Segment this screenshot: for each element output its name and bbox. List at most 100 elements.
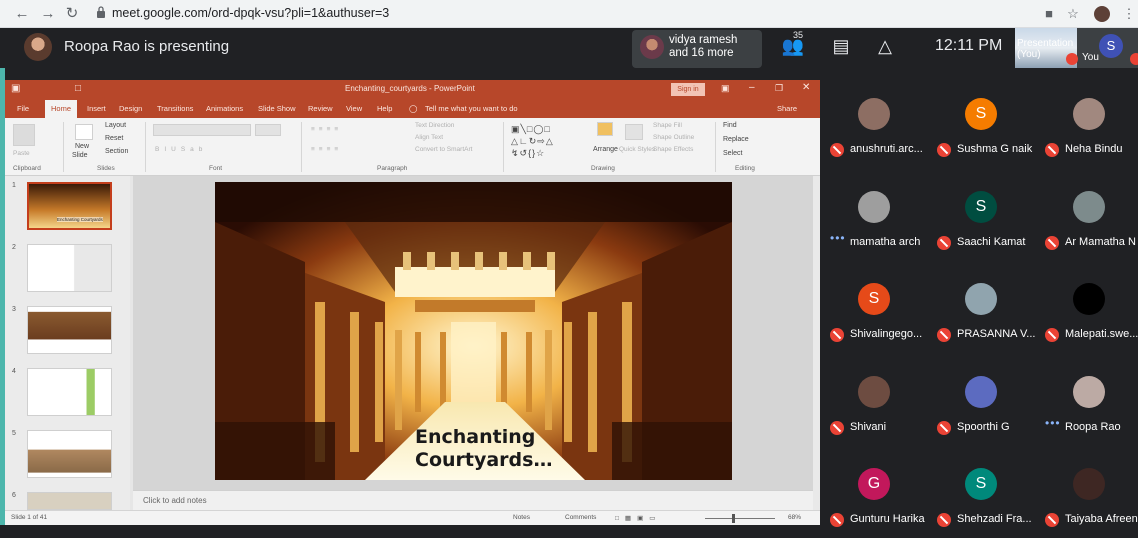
slide-thumbnail-4[interactable] bbox=[27, 368, 112, 416]
participant-tile[interactable]: Malepati.swe... bbox=[1045, 283, 1138, 353]
mic-off-icon bbox=[830, 328, 844, 342]
powerpoint-window: ▣ □ Enchanting_courtyards - PowerPoint S… bbox=[5, 80, 820, 525]
slide-title[interactable]: Enchanting Courtyards… bbox=[415, 426, 552, 472]
slide-title-line-1: Enchanting bbox=[415, 426, 536, 448]
convert-smartart-button[interactable]: Convert to SmartArt bbox=[415, 146, 472, 153]
slide-thumbnail-3[interactable] bbox=[27, 306, 112, 354]
other-participants-chip[interactable]: vidya ramesh and 16 more bbox=[632, 30, 762, 68]
tell-me-search[interactable]: Tell me what you want to do bbox=[425, 104, 518, 113]
group-slides: Slides bbox=[97, 165, 115, 172]
ribbon-display-icon[interactable]: ▣ bbox=[721, 83, 730, 94]
menu-kebab-icon[interactable]: ⋮ bbox=[1120, 5, 1138, 23]
tab-transitions[interactable]: Transitions bbox=[157, 104, 193, 113]
share-button[interactable]: Share bbox=[777, 104, 797, 113]
find-button[interactable]: Find bbox=[723, 122, 737, 129]
font-size-box[interactable] bbox=[255, 124, 281, 136]
tab-slide-show[interactable]: Slide Show bbox=[258, 104, 296, 113]
notes-pane[interactable]: Click to add notes bbox=[133, 490, 813, 510]
shapes-gallery-row-3[interactable]: ↯↺{}☆ bbox=[511, 148, 545, 159]
text-direction-button[interactable]: Text Direction bbox=[415, 122, 454, 129]
participant-tile[interactable]: ••• mamatha arch bbox=[830, 191, 935, 261]
participant-tile[interactable]: Ar Mamatha N bbox=[1045, 191, 1138, 261]
reset-button[interactable]: Reset bbox=[105, 135, 123, 142]
participant-tile[interactable]: S Sushma G naik bbox=[937, 98, 1042, 168]
self-label-presentation: Presentation bbox=[1017, 38, 1074, 49]
participant-tile[interactable]: ••• Roopa Rao bbox=[1045, 376, 1138, 446]
restore-icon[interactable]: ❐ bbox=[775, 83, 783, 94]
participant-tile[interactable]: anushruti.arc... bbox=[830, 98, 935, 168]
participant-tile[interactable]: Shivani bbox=[830, 376, 935, 446]
participant-tile[interactable]: Spoorthi G bbox=[937, 376, 1042, 446]
tab-design[interactable]: Design bbox=[119, 104, 142, 113]
replace-button[interactable]: Replace bbox=[723, 136, 749, 143]
shape-fill-button[interactable]: Shape Fill bbox=[653, 122, 682, 129]
view-buttons[interactable]: □▦▣▭ bbox=[615, 514, 661, 522]
comments-toggle[interactable]: Comments bbox=[565, 514, 596, 521]
save-icon[interactable]: ▣ bbox=[11, 83, 20, 94]
tab-animations[interactable]: Animations bbox=[206, 104, 243, 113]
zoom-level[interactable]: 68% bbox=[788, 514, 801, 521]
participant-tile[interactable]: PRASANNA V... bbox=[937, 283, 1042, 353]
slide-thumbnail-2[interactable] bbox=[27, 244, 112, 292]
participant-tile[interactable]: S Shehzadi Fra... bbox=[937, 468, 1042, 538]
slide-thumbnail-1[interactable]: Enchanting Courtyards bbox=[27, 182, 112, 230]
profile-avatar[interactable] bbox=[1094, 6, 1110, 22]
font-format-buttons[interactable]: BIUSab bbox=[155, 146, 207, 153]
participant-tile[interactable]: Taiyaba Afreen bbox=[1045, 468, 1138, 538]
paste-icon[interactable] bbox=[13, 124, 35, 146]
quick-styles-icon[interactable] bbox=[625, 124, 643, 140]
close-icon[interactable]: ✕ bbox=[802, 82, 810, 93]
present-icon[interactable]: □ bbox=[75, 83, 81, 94]
section-button[interactable]: Section bbox=[105, 148, 128, 155]
align-text-button[interactable]: Align Text bbox=[415, 134, 443, 141]
reload-icon[interactable]: ↻ bbox=[62, 4, 82, 24]
bookmark-star-icon[interactable]: ☆ bbox=[1064, 5, 1082, 23]
arrange-button[interactable]: Arrange bbox=[593, 146, 618, 153]
zoom-slider-thumb[interactable] bbox=[732, 514, 735, 523]
activities-icon[interactable]: △ bbox=[872, 36, 898, 58]
tab-view[interactable]: View bbox=[346, 104, 362, 113]
quick-styles-button[interactable]: Quick Styles bbox=[619, 146, 655, 153]
new-slide-label-2[interactable]: Slide bbox=[72, 152, 88, 159]
shape-outline-button[interactable]: Shape Outline bbox=[653, 134, 694, 141]
minimize-icon[interactable]: – bbox=[749, 82, 755, 93]
zoom-slider[interactable] bbox=[705, 518, 775, 519]
new-slide-label-1[interactable]: New bbox=[75, 143, 89, 150]
participant-tile[interactable]: Neha Bindu bbox=[1045, 98, 1138, 168]
forward-arrow-icon[interactable]: → bbox=[38, 4, 58, 24]
back-arrow-icon[interactable]: ← bbox=[12, 4, 32, 24]
font-name-box[interactable] bbox=[153, 124, 251, 136]
select-button[interactable]: Select bbox=[723, 150, 742, 157]
slide-thumbnail-5[interactable] bbox=[27, 430, 112, 478]
notes-toggle[interactable]: Notes bbox=[513, 514, 530, 521]
mic-off-icon bbox=[830, 421, 844, 435]
align-buttons[interactable]: ≡≡≡≡ bbox=[311, 146, 342, 153]
participant-tile[interactable]: S Shivalingego... bbox=[830, 283, 935, 353]
participant-name: Shehzadi Fra... bbox=[957, 513, 1032, 525]
current-slide[interactable]: Enchanting Courtyards… bbox=[215, 182, 732, 480]
paste-button[interactable]: Paste bbox=[13, 150, 30, 157]
participant-tile[interactable]: S Saachi Kamat bbox=[937, 191, 1042, 261]
vertical-scrollbar[interactable] bbox=[813, 176, 820, 510]
tab-review[interactable]: Review bbox=[308, 104, 333, 113]
shape-effects-button[interactable]: Shape Effects bbox=[653, 146, 693, 153]
slide-thumbnail-6[interactable] bbox=[27, 492, 112, 510]
shapes-gallery-row-2[interactable]: △∟↻⇨△ bbox=[511, 136, 554, 147]
chat-icon[interactable]: ▤ bbox=[828, 36, 854, 58]
group-clipboard: Clipboard bbox=[13, 165, 41, 172]
tab-file[interactable]: File bbox=[17, 104, 29, 113]
camera-icon[interactable]: ■ bbox=[1040, 5, 1058, 23]
thumb-caption: Enchanting Courtyards bbox=[57, 217, 103, 222]
list-buttons[interactable]: ≡≡≡≡ bbox=[311, 126, 342, 133]
new-slide-icon[interactable] bbox=[75, 124, 93, 140]
tab-insert[interactable]: Insert bbox=[87, 104, 106, 113]
shapes-gallery[interactable]: ▣╲□◯□ bbox=[511, 124, 551, 135]
arrange-icon[interactable] bbox=[597, 122, 613, 136]
participant-avatar bbox=[965, 376, 997, 408]
layout-button[interactable]: Layout bbox=[105, 122, 126, 129]
tab-help[interactable]: Help bbox=[377, 104, 392, 113]
tab-home[interactable]: Home bbox=[45, 100, 78, 118]
participant-tile[interactable]: G Gunturu Harika bbox=[830, 468, 935, 538]
sign-in-button[interactable]: Sign in bbox=[671, 83, 705, 96]
participant-avatar bbox=[1073, 468, 1105, 500]
